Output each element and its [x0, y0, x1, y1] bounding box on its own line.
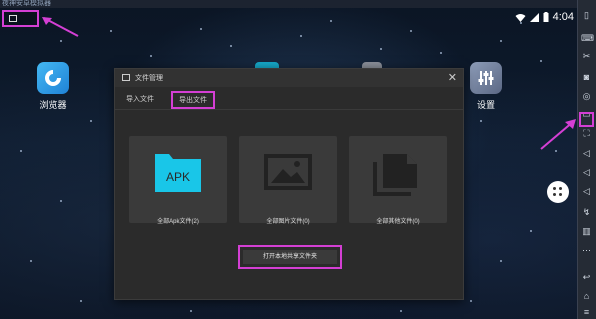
- settings-icon: [470, 62, 502, 94]
- wifi-icon: [515, 13, 526, 22]
- annotation-arrow-right: [540, 119, 576, 150]
- volume-down-icon[interactable]: ◁: [581, 167, 592, 178]
- signal-icon: [529, 12, 539, 22]
- window-title: 夜神安卓模拟器: [2, 0, 51, 7]
- browser-label: 浏览器: [39, 100, 67, 110]
- star: [230, 45, 232, 47]
- star: [20, 150, 22, 152]
- screenshot-button[interactable]: [2, 10, 39, 27]
- window-title-bar: 夜神安卓模拟器: [0, 0, 578, 8]
- status-bar: 4:04: [515, 10, 574, 24]
- status-time: 4:04: [552, 11, 574, 23]
- floating-menu-button[interactable]: [547, 181, 569, 203]
- star: [110, 30, 112, 32]
- apk-badge: APK: [166, 170, 190, 184]
- file-stack-icon: [373, 154, 417, 196]
- phone-icon[interactable]: ▯: [581, 10, 592, 21]
- desktop-icon-settings[interactable]: 设置: [466, 62, 506, 111]
- image-icon: [264, 154, 312, 190]
- monitor-icon: [122, 74, 130, 81]
- card-label-other: 全部其他文件(0): [376, 219, 420, 225]
- star: [540, 60, 542, 62]
- other-files-card[interactable]: [349, 136, 447, 223]
- tab-export[interactable]: 导出文件: [171, 91, 215, 109]
- file-manager-sidebar-highlight: [579, 112, 594, 127]
- star: [60, 40, 62, 42]
- close-icon[interactable]: ✕: [448, 71, 457, 84]
- volume-up-icon[interactable]: ◁: [581, 148, 592, 159]
- shake-icon[interactable]: ↯: [581, 207, 592, 218]
- star: [530, 230, 532, 232]
- back-icon[interactable]: ↩: [581, 272, 592, 283]
- dialog-header: 文件管理 ✕: [115, 69, 463, 87]
- star: [150, 55, 152, 57]
- tab-import[interactable]: 导入文件: [126, 94, 154, 104]
- open-shared-folder-label: 打开本地共享文件夹: [243, 250, 337, 264]
- dialog-tabs: 导入文件 导出文件: [115, 91, 463, 109]
- star: [300, 35, 302, 37]
- star: [400, 310, 402, 312]
- image-icon: [9, 15, 17, 22]
- star: [380, 48, 382, 50]
- tab-divider: [115, 109, 463, 110]
- star: [190, 310, 192, 312]
- settings-label: 设置: [476, 100, 495, 110]
- desktop-icon-browser[interactable]: 浏览器: [33, 62, 73, 111]
- star: [480, 120, 482, 122]
- star: [500, 260, 502, 262]
- volume-mute-icon[interactable]: ◁: [581, 186, 592, 197]
- star: [60, 200, 62, 202]
- trash-icon[interactable]: ▥: [581, 226, 592, 237]
- emulator-sidebar: ▯ ⌨ ✂ ◙ ◎ ▭ ⛶ ◁ ◁ ◁ ↯ ▥ ⋯ ↩ ⌂ ≡: [577, 0, 596, 319]
- star: [90, 120, 92, 122]
- more-icon[interactable]: ⋯: [581, 245, 592, 256]
- location-icon[interactable]: ◎: [581, 91, 592, 102]
- star: [330, 20, 332, 22]
- image-files-card[interactable]: [239, 136, 337, 223]
- home-icon[interactable]: ⌂: [581, 291, 592, 302]
- star: [440, 52, 442, 54]
- browser-icon: [37, 62, 69, 94]
- camera-icon[interactable]: ◙: [581, 72, 592, 83]
- file-manager-dialog: 文件管理 ✕ 导入文件 导出文件 APK 全部Apk文件(2) 全部图片文件(0…: [114, 68, 464, 300]
- card-label-images: 全部图片文件(0): [266, 219, 310, 225]
- battery-icon: [543, 12, 549, 22]
- star: [410, 30, 412, 32]
- fullscreen-icon[interactable]: ⛶: [581, 128, 592, 139]
- star: [200, 28, 202, 30]
- star: [470, 300, 472, 302]
- menu-icon[interactable]: ≡: [581, 307, 592, 318]
- card-label-apk: 全部Apk文件(2): [157, 219, 199, 225]
- star: [500, 40, 502, 42]
- star: [80, 300, 82, 302]
- keyboard-icon[interactable]: ⌨: [581, 33, 594, 44]
- apk-files-card[interactable]: APK: [129, 136, 227, 223]
- annotation-arrow-left: [42, 17, 79, 37]
- open-shared-folder-button[interactable]: 打开本地共享文件夹: [238, 245, 342, 269]
- star: [30, 260, 32, 262]
- scissors-icon[interactable]: ✂: [581, 51, 592, 62]
- dialog-title: 文件管理: [135, 75, 163, 82]
- apk-folder-icon: APK: [155, 154, 201, 192]
